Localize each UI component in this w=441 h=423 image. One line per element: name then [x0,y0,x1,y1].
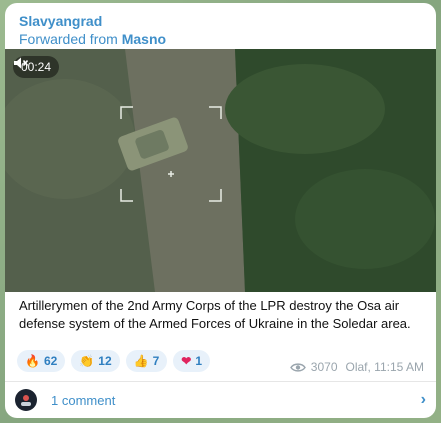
channel-name[interactable]: Slavyangrad [19,12,422,30]
avatar [15,389,37,411]
author-time: Olaf, 11:15 AM [345,360,425,374]
video-frame [5,49,436,292]
view-count: 3070 [310,360,338,374]
fire-icon: 🔥 [25,354,40,368]
thumbs-up-icon: 👍 [133,354,149,368]
video-player[interactable]: 00:24 [5,49,436,292]
message-card: Slavyangrad Forwarded from Masno 00:24 A… [5,3,436,418]
reaction-fire[interactable]: 🔥 62 [17,350,66,372]
comments-link[interactable]: 1 comment [51,393,421,408]
clap-icon: 👏 [79,354,95,368]
heart-icon: ❤ [181,354,192,368]
message-caption: Artillerymen of the 2nd Army Corps of th… [19,298,411,331]
forwarded-prefix: Forwarded from [19,31,118,47]
message-meta: 3070 Olaf, 11:15 AM [289,360,425,374]
reactions-bar: 🔥 62 👏 12 👍 7 ❤ 1 [17,350,211,372]
avatar-icon [21,395,31,406]
video-duration-badge[interactable]: 00:24 [13,56,60,78]
reaction-count: 1 [195,354,203,368]
forwarded-line: Forwarded from Masno [19,30,422,48]
reaction-count: 62 [43,354,58,368]
message-header: Slavyangrad Forwarded from Masno [5,3,436,49]
chevron-right-icon[interactable]: › [421,391,426,409]
reaction-clap[interactable]: 👏 12 [71,350,120,372]
reaction-count: 12 [98,354,112,368]
reaction-count: 7 [152,354,160,368]
eye-icon [289,362,306,372]
reaction-heart[interactable]: ❤ 1 [173,350,211,372]
comments-row[interactable]: 1 comment › [5,382,436,418]
forwarded-source[interactable]: Masno [122,31,166,47]
speaker-muted-icon[interactable] [13,56,29,70]
reaction-thumbs-up[interactable]: 👍 7 [125,350,168,372]
